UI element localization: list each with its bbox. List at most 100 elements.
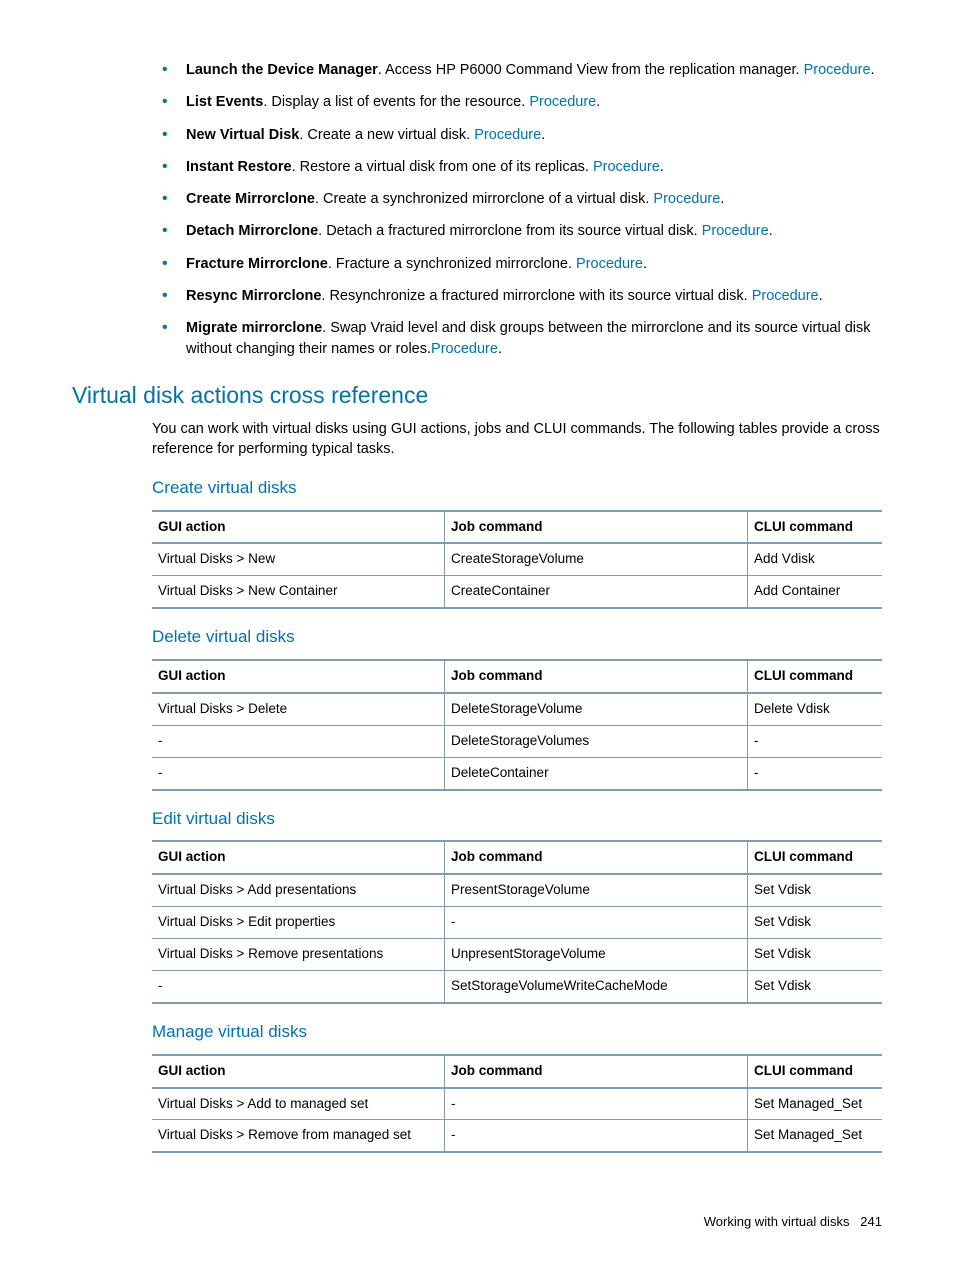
procedure-link[interactable]: Procedure	[593, 159, 660, 175]
procedure-link[interactable]: Procedure	[702, 223, 769, 239]
col-job-command: Job command	[445, 660, 748, 693]
cell: -	[748, 757, 883, 789]
page-number: 241	[860, 1214, 882, 1229]
item-tail: .	[871, 62, 875, 78]
table-manage: GUI action Job command CLUI command Virt…	[152, 1054, 882, 1154]
item-title: Create Mirrorclone	[186, 191, 315, 207]
procedure-link[interactable]: Procedure	[431, 341, 498, 357]
cell: DeleteStorageVolume	[445, 693, 748, 725]
page-footer: Working with virtual disks 241	[704, 1213, 882, 1231]
footer-label: Working with virtual disks	[704, 1214, 850, 1229]
cell: Set Managed_Set	[748, 1120, 883, 1152]
list-item: Create Mirrorclone. Create a synchronize…	[162, 189, 882, 209]
list-item: List Events. Display a list of events fo…	[162, 92, 882, 112]
cell: Set Managed_Set	[748, 1088, 883, 1120]
procedure-link[interactable]: Procedure	[576, 256, 643, 272]
col-clui-command: CLUI command	[748, 841, 883, 874]
section-intro: You can work with virtual disks using GU…	[152, 419, 882, 460]
cell: Virtual Disks > New	[152, 543, 445, 575]
col-gui-action: GUI action	[152, 1055, 445, 1088]
list-item: Launch the Device Manager. Access HP P60…	[162, 60, 882, 80]
list-item: Detach Mirrorclone. Detach a fractured m…	[162, 221, 882, 241]
cell: Set Vdisk	[748, 970, 883, 1002]
col-clui-command: CLUI command	[748, 1055, 883, 1088]
subsection-delete: Delete virtual disks	[152, 625, 882, 649]
cell: Virtual Disks > Delete	[152, 693, 445, 725]
table-row: Virtual Disks > NewCreateStorageVolumeAd…	[152, 543, 882, 575]
cell: Set Vdisk	[748, 874, 883, 906]
subsection-create: Create virtual disks	[152, 476, 882, 500]
item-desc: . Resynchronize a fractured mirrorclone …	[321, 288, 751, 304]
item-desc: . Create a new virtual disk.	[299, 127, 474, 143]
item-desc: . Display a list of events for the resou…	[263, 94, 529, 110]
cell: SetStorageVolumeWriteCacheMode	[445, 970, 748, 1002]
item-desc: . Access HP P6000 Command View from the …	[378, 62, 804, 78]
col-job-command: Job command	[445, 841, 748, 874]
cell: -	[445, 907, 748, 939]
col-gui-action: GUI action	[152, 841, 445, 874]
list-item: Instant Restore. Restore a virtual disk …	[162, 157, 882, 177]
list-item: Resync Mirrorclone. Resynchronize a frac…	[162, 286, 882, 306]
cell: CreateContainer	[445, 576, 748, 608]
cell: DeleteStorageVolumes	[445, 725, 748, 757]
subsection-manage: Manage virtual disks	[152, 1020, 882, 1044]
table-row: Virtual Disks > New ContainerCreateConta…	[152, 576, 882, 608]
col-clui-command: CLUI command	[748, 511, 883, 544]
item-desc: . Create a synchronized mirrorclone of a…	[315, 191, 653, 207]
table-row: Virtual Disks > DeleteDeleteStorageVolum…	[152, 693, 882, 725]
item-title: Detach Mirrorclone	[186, 223, 318, 239]
col-job-command: Job command	[445, 1055, 748, 1088]
table-edit: GUI action Job command CLUI command Virt…	[152, 840, 882, 1003]
procedure-link[interactable]: Procedure	[474, 127, 541, 143]
cell: Add Vdisk	[748, 543, 883, 575]
procedure-link[interactable]: Procedure	[752, 288, 819, 304]
cell: PresentStorageVolume	[445, 874, 748, 906]
cell: -	[445, 1120, 748, 1152]
col-gui-action: GUI action	[152, 660, 445, 693]
cell: Virtual Disks > Add presentations	[152, 874, 445, 906]
list-item: New Virtual Disk. Create a new virtual d…	[162, 125, 882, 145]
cell: Delete Vdisk	[748, 693, 883, 725]
cell: Set Vdisk	[748, 907, 883, 939]
table-row: -DeleteStorageVolumes-	[152, 725, 882, 757]
table-delete: GUI action Job command CLUI command Virt…	[152, 659, 882, 791]
table-create: GUI action Job command CLUI command Virt…	[152, 510, 882, 610]
item-desc: . Fracture a synchronized mirrorclone.	[328, 256, 576, 272]
action-bullet-list: Launch the Device Manager. Access HP P60…	[72, 60, 882, 359]
cell: -	[748, 725, 883, 757]
table-row: -SetStorageVolumeWriteCacheModeSet Vdisk	[152, 970, 882, 1002]
item-title: New Virtual Disk	[186, 127, 299, 143]
table-row: Virtual Disks > Remove presentationsUnpr…	[152, 939, 882, 971]
table-row: Virtual Disks > Remove from managed set-…	[152, 1120, 882, 1152]
cell: Virtual Disks > Remove presentations	[152, 939, 445, 971]
cell: Virtual Disks > New Container	[152, 576, 445, 608]
table-row: Virtual Disks > Add to managed set-Set M…	[152, 1088, 882, 1120]
item-title: Migrate mirrorclone	[186, 320, 322, 336]
col-clui-command: CLUI command	[748, 660, 883, 693]
table-row: -DeleteContainer-	[152, 757, 882, 789]
procedure-link[interactable]: Procedure	[804, 62, 871, 78]
cell: Virtual Disks > Edit properties	[152, 907, 445, 939]
item-title: List Events	[186, 94, 263, 110]
item-tail: .	[819, 288, 823, 304]
cell: CreateStorageVolume	[445, 543, 748, 575]
item-tail: .	[643, 256, 647, 272]
cell: Set Vdisk	[748, 939, 883, 971]
section-heading: Virtual disk actions cross reference	[72, 379, 882, 411]
cell: Virtual Disks > Add to managed set	[152, 1088, 445, 1120]
page: Launch the Device Manager. Access HP P60…	[0, 0, 954, 1271]
item-tail: .	[541, 127, 545, 143]
cell: -	[152, 970, 445, 1002]
procedure-link[interactable]: Procedure	[529, 94, 596, 110]
col-gui-action: GUI action	[152, 511, 445, 544]
procedure-link[interactable]: Procedure	[653, 191, 720, 207]
cell: Virtual Disks > Remove from managed set	[152, 1120, 445, 1152]
item-desc: . Restore a virtual disk from one of its…	[292, 159, 593, 175]
item-tail: .	[769, 223, 773, 239]
cell: Add Container	[748, 576, 883, 608]
cell: -	[152, 725, 445, 757]
item-tail: .	[498, 341, 502, 357]
cell: DeleteContainer	[445, 757, 748, 789]
cell: UnpresentStorageVolume	[445, 939, 748, 971]
item-tail: .	[660, 159, 664, 175]
